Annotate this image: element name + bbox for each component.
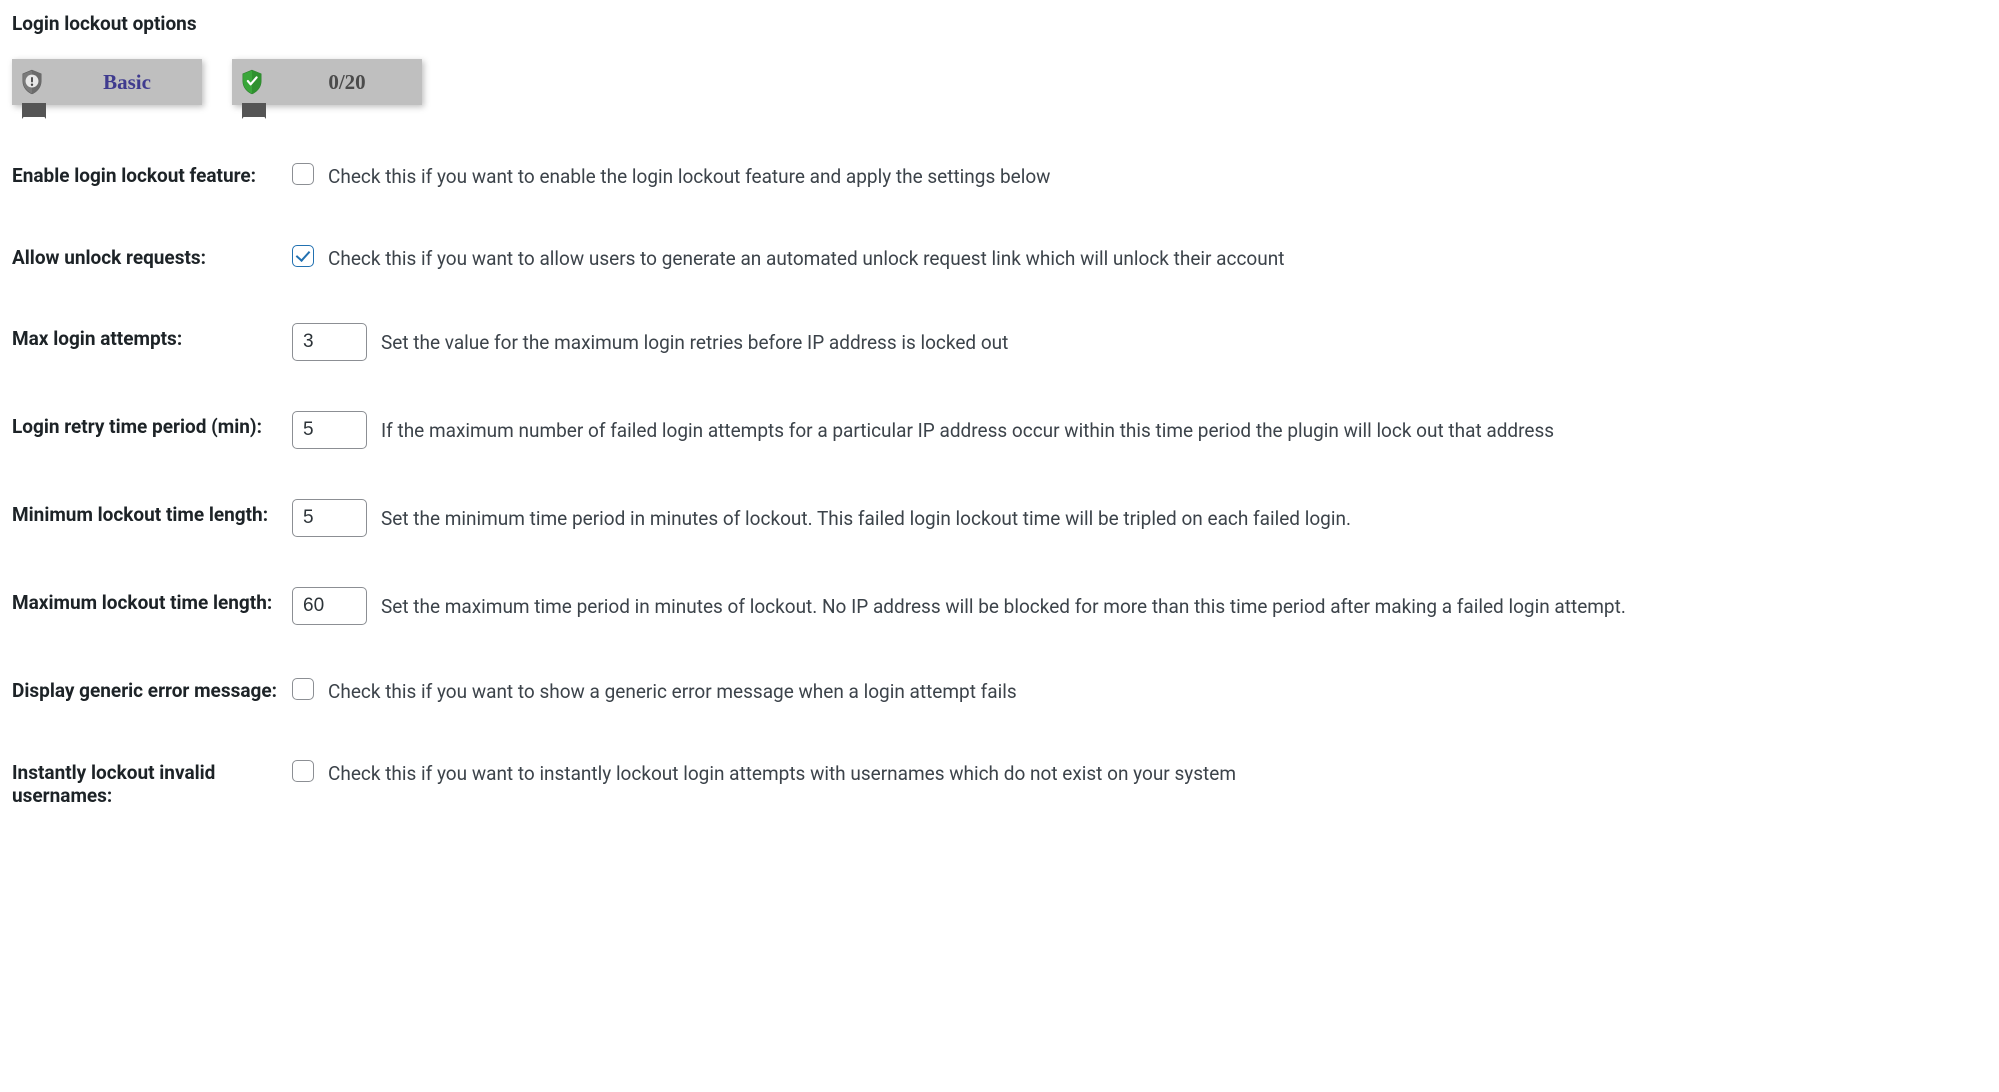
badge-score-label: 0/20 xyxy=(272,59,422,105)
desc-minimum-lockout-time-length: Set the minimum time period in minutes o… xyxy=(381,499,1351,534)
desc-maximum-lockout-time-length: Set the maximum time period in minutes o… xyxy=(381,587,1626,622)
row-display-generic-error-message: Display generic error message: Check thi… xyxy=(12,675,1987,707)
section-title: Login lockout options xyxy=(12,12,1987,35)
desc-login-retry-time-period: If the maximum number of failed login at… xyxy=(381,411,1554,446)
label-minimum-lockout-time-length: Minimum lockout time length: xyxy=(12,499,292,526)
row-enable-login-lockout: Enable login lockout feature: Check this… xyxy=(12,160,1987,192)
shield-grey-icon-wrap xyxy=(12,59,52,105)
label-allow-unlock-requests: Allow unlock requests: xyxy=(12,242,292,269)
shield-green-icon-wrap xyxy=(232,59,272,105)
input-minimum-lockout-time-length[interactable] xyxy=(292,499,367,537)
settings-form: Enable login lockout feature: Check this… xyxy=(12,160,1987,807)
desc-instantly-lockout-invalid-usernames: Check this if you want to instantly lock… xyxy=(328,757,1236,789)
label-display-generic-error-message: Display generic error message: xyxy=(12,675,292,702)
checkbox-allow-unlock-requests[interactable] xyxy=(292,245,314,267)
desc-max-login-attempts: Set the value for the maximum login retr… xyxy=(381,323,1008,358)
desc-enable-login-lockout: Check this if you want to enable the log… xyxy=(328,160,1050,192)
row-minimum-lockout-time-length: Minimum lockout time length: Set the min… xyxy=(12,499,1987,537)
checkbox-instantly-lockout-invalid-usernames[interactable] xyxy=(292,760,314,782)
label-instantly-lockout-invalid-usernames: Instantly lockout invalid usernames: xyxy=(12,757,292,807)
badge-basic-label: Basic xyxy=(52,59,202,105)
ribbon-tail xyxy=(22,103,46,135)
desc-allow-unlock-requests: Check this if you want to allow users to… xyxy=(328,242,1284,274)
checkbox-enable-login-lockout[interactable] xyxy=(292,163,314,185)
badge-basic: Basic xyxy=(12,59,202,105)
label-max-login-attempts: Max login attempts: xyxy=(12,323,292,350)
input-max-login-attempts[interactable] xyxy=(292,323,367,361)
label-login-retry-time-period: Login retry time period (min): xyxy=(12,411,292,438)
row-instantly-lockout-invalid-usernames: Instantly lockout invalid usernames: Che… xyxy=(12,757,1987,807)
checkbox-display-generic-error-message[interactable] xyxy=(292,678,314,700)
desc-display-generic-error-message: Check this if you want to show a generic… xyxy=(328,675,1017,707)
row-login-retry-time-period: Login retry time period (min): If the ma… xyxy=(12,411,1987,449)
row-allow-unlock-requests: Allow unlock requests: Check this if you… xyxy=(12,242,1987,274)
badges-row: Basic 0/20 xyxy=(12,59,1987,105)
ribbon-tail xyxy=(242,103,266,135)
input-login-retry-time-period[interactable] xyxy=(292,411,367,449)
shield-alert-icon xyxy=(21,69,43,95)
label-maximum-lockout-time-length: Maximum lockout time length: xyxy=(12,587,292,614)
row-max-login-attempts: Max login attempts: Set the value for th… xyxy=(12,323,1987,361)
input-maximum-lockout-time-length[interactable] xyxy=(292,587,367,625)
row-maximum-lockout-time-length: Maximum lockout time length: Set the max… xyxy=(12,587,1987,625)
shield-check-icon xyxy=(241,69,263,95)
badge-score: 0/20 xyxy=(232,59,422,105)
label-enable-login-lockout: Enable login lockout feature: xyxy=(12,160,292,187)
